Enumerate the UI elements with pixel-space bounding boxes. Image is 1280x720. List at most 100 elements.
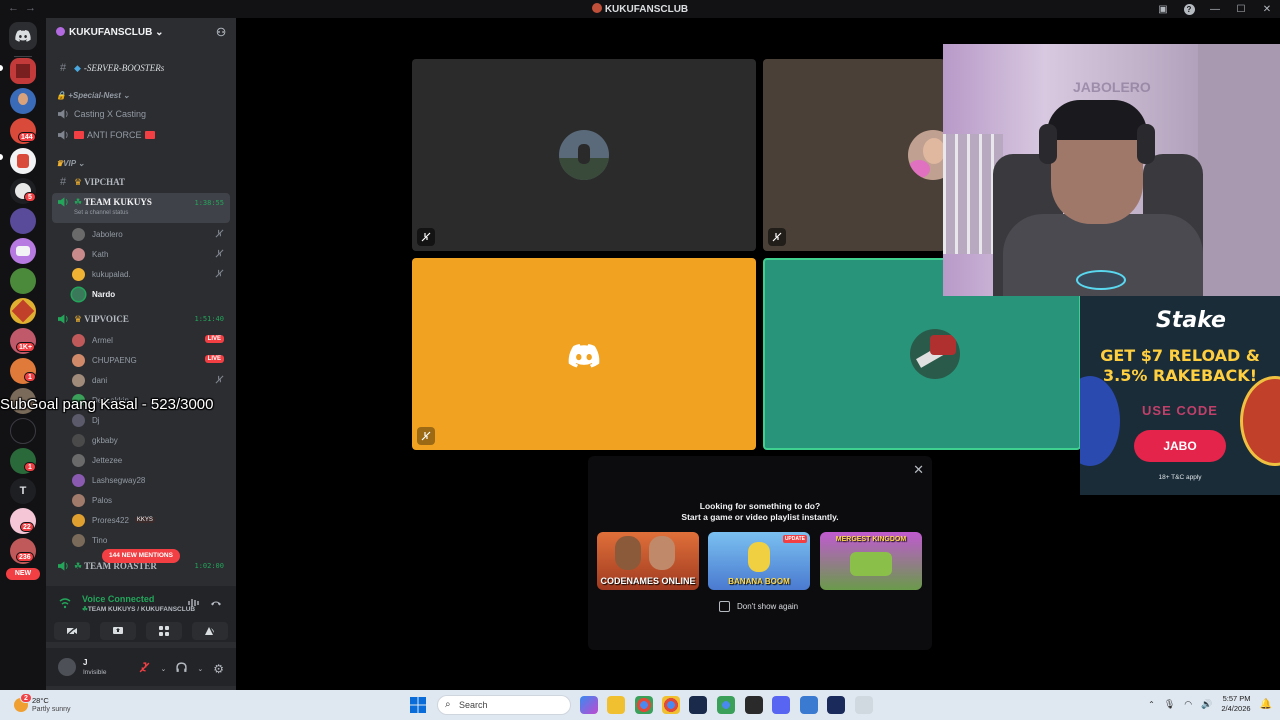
channel-team-kukuys[interactable]: ☘ TEAM KUKUYS 1:38:55 Set a channel stat… (52, 193, 230, 223)
voice-member[interactable]: Jettezee (72, 451, 230, 469)
voice-member[interactable]: Prores422 KKYS (72, 511, 230, 529)
avatar (72, 353, 85, 367)
window-title: KUKUFANSCLUB (0, 3, 1280, 15)
voice-member[interactable]: Lashsegway28 (72, 471, 230, 489)
voice-member[interactable]: CHUPAENG LIVE (72, 351, 230, 369)
video-tile-1[interactable] (412, 59, 756, 251)
voice-member[interactable]: kukupalad. (72, 265, 230, 283)
mention-badge: 1K+ (16, 342, 36, 352)
voice-member[interactable]: dani (72, 371, 230, 389)
server-icon-4[interactable] (10, 148, 36, 174)
user-avatar[interactable] (58, 658, 76, 676)
game-card-codenames[interactable]: CODENAMES ONLINE (597, 532, 699, 590)
mic-muted-icon (417, 228, 435, 246)
avatar (72, 473, 85, 487)
server-icon-t[interactable]: T (10, 478, 36, 504)
channel-vipvoice[interactable]: ♛ VIPVOICE 1:51:40 (52, 309, 230, 329)
game-card-banana-boom[interactable]: UPDATE BANANA BOOM (708, 532, 810, 590)
new-unreads-badge[interactable]: NEW (6, 568, 40, 580)
category-special-nest[interactable]: 🔒 +Special-Nest ⌄ (56, 91, 130, 100)
app-icon[interactable] (745, 696, 763, 714)
server-icon-8[interactable] (10, 268, 36, 294)
inbox-icon[interactable]: ▣ (1150, 4, 1176, 15)
new-mentions-button[interactable]: 144 NEW MENTIONS (102, 549, 180, 563)
chevron-up-icon[interactable]: ⌃ (1148, 700, 1155, 709)
file-explorer-icon[interactable] (607, 696, 625, 714)
snipping-tool-icon[interactable] (855, 696, 873, 714)
invite-people-icon[interactable]: ⚇ (216, 26, 226, 39)
ad-code-button[interactable]: JABO (1134, 430, 1226, 462)
category-vip[interactable]: ♛VIP ⌄ (56, 159, 85, 168)
server-icon-1[interactable] (10, 58, 36, 84)
headphones-icon[interactable] (176, 660, 187, 678)
server-icon-2[interactable] (10, 88, 36, 114)
speaker-active-icon (56, 197, 70, 207)
share-screen-button[interactable] (100, 622, 136, 640)
activities-button[interactable] (146, 622, 182, 640)
help-icon[interactable]: ? (1176, 3, 1202, 15)
chevron-down-icon[interactable]: ⌄ (160, 665, 166, 673)
sponsor-ad-banner[interactable]: Stake GET $7 RELOAD & 3.5% RAKEBACK! USE … (1080, 296, 1280, 495)
speaker-icon (56, 130, 70, 140)
copilot-icon[interactable] (580, 696, 598, 714)
clock[interactable]: 5:57 PM 2/4/2026 (1221, 694, 1250, 714)
taskbar-search-box[interactable]: ⌕ Search (437, 695, 571, 715)
video-tile-2[interactable] (763, 59, 945, 251)
wifi-icon[interactable]: ◠ (1184, 699, 1192, 710)
maximize-button[interactable]: ☐ (1228, 4, 1254, 15)
disconnect-icon[interactable] (210, 595, 222, 613)
discord-logo-icon (568, 344, 600, 368)
mic-muted-icon[interactable] (139, 660, 150, 678)
noise-suppression-icon[interactable] (188, 595, 200, 613)
game-card-mergest[interactable]: MERGEST KINGDOM (820, 532, 922, 590)
settings-gear-icon[interactable]: ⚙ (213, 662, 224, 676)
camera-toggle-button[interactable] (54, 622, 90, 640)
close-icon[interactable]: ✕ (913, 462, 924, 478)
channel-vipchat[interactable]: # ♛ VIPCHAT (52, 172, 230, 192)
minimize-button[interactable]: — (1202, 4, 1228, 15)
app-icon[interactable] (827, 696, 845, 714)
notifications-icon[interactable]: 🔔 (1260, 699, 1272, 710)
server-icon-7[interactable] (10, 238, 36, 264)
mention-badge: 1 (24, 372, 36, 382)
voice-location[interactable]: ☘TEAM KUKUYS / KUKUFANSCLUB (82, 605, 195, 613)
voice-member[interactable]: Nardo (72, 285, 230, 303)
chrome-icon[interactable] (662, 696, 680, 714)
voice-member[interactable]: Armel LIVE (72, 331, 230, 349)
voice-member[interactable]: gkbaby (72, 431, 230, 449)
voice-member[interactable]: Kath (72, 245, 230, 263)
video-tile-3[interactable] (412, 258, 756, 450)
channel-anti-force[interactable]: ANTI FORCE (52, 125, 230, 145)
hashtag-icon: # (59, 62, 67, 74)
channel-status[interactable]: Set a channel status (74, 210, 128, 216)
unread-indicator (0, 154, 3, 160)
channel-casting[interactable]: Casting X Casting (52, 104, 230, 124)
server-header[interactable]: KUKUFANSCLUB ⌄ ⚇ (46, 18, 236, 48)
mention-badge: 22 (20, 522, 34, 532)
volume-icon[interactable]: 🔊 (1201, 699, 1212, 710)
dont-show-again-checkbox[interactable] (719, 601, 730, 612)
soundboard-button[interactable] (192, 622, 228, 640)
steam-icon[interactable] (689, 696, 707, 714)
speaker-active-icon (56, 561, 70, 571)
microphone-icon[interactable]: 🎙 (1164, 699, 1175, 710)
voice-member[interactable]: Tino (72, 531, 230, 549)
server-icon-9[interactable] (10, 298, 36, 324)
channel-server-boosters[interactable]: # ◆ -SERVER-BOOSTERs (52, 58, 230, 78)
notepad-icon[interactable] (800, 696, 818, 714)
voice-member[interactable]: Palos (72, 491, 230, 509)
voice-member[interactable]: Jabolero (72, 225, 230, 243)
voice-member[interactable]: Dj (72, 411, 230, 429)
connection-signal-icon[interactable] (59, 596, 71, 614)
chrome-icon[interactable] (717, 696, 735, 714)
chrome-icon[interactable] (635, 696, 653, 714)
discord-home-button[interactable] (9, 22, 37, 50)
discord-taskbar-icon[interactable] (772, 696, 790, 714)
server-icon-13[interactable] (10, 418, 36, 444)
server-icon-6[interactable] (10, 208, 36, 234)
hashtag-icon: # (59, 176, 67, 188)
chevron-down-icon[interactable]: ⌄ (197, 665, 203, 673)
close-button[interactable]: ✕ (1254, 4, 1280, 15)
windows-start-icon[interactable] (410, 697, 426, 713)
gem-icon: ◆ (74, 62, 81, 73)
